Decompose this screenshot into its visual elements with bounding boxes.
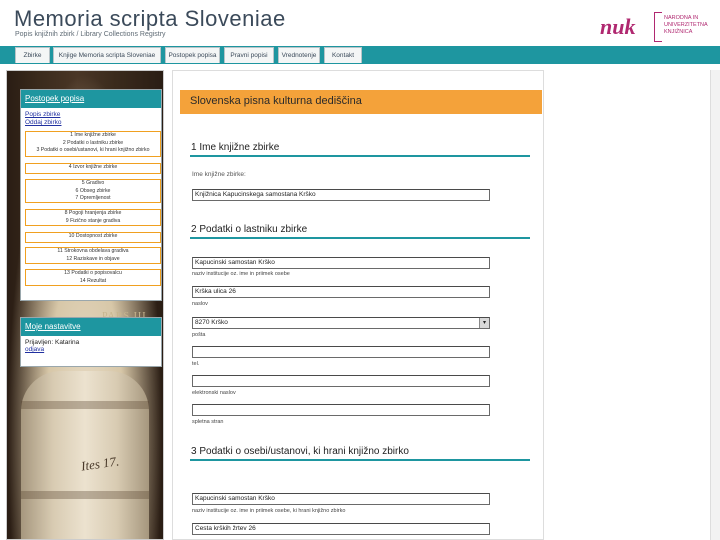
owner-post-select[interactable]: 8270 Krško ▾	[192, 317, 490, 329]
site-header: Memoria scripta Sloveniae Popis knjižnih…	[0, 0, 720, 46]
owner-address-hint: naslov	[192, 301, 208, 307]
settings-panel: Moje nastavitve Prijavljen: Katarina odj…	[20, 317, 162, 367]
owner-email-input[interactable]	[192, 375, 490, 387]
steps-group-3[interactable]: 5 Gradivo 6 Obseg zbirke 7 Opremljenost	[25, 179, 161, 203]
main-tab-bar: Zbirke Knjige Memoria scripta Sloveniae …	[0, 46, 720, 64]
owner-name-hint: naziv institucije oz. ime in priimek ose…	[192, 271, 290, 277]
tab-postopek-popisa[interactable]: Postopek popisa	[165, 47, 220, 63]
tab-pravni-popisi[interactable]: Pravni popisi	[224, 47, 274, 63]
nuk-logo[interactable]: nuk NARODNA IN UNIVERZITETNA KNJIŽNICA	[600, 12, 708, 46]
owner-post-value: 8270 Krško	[195, 319, 228, 326]
keeper-name-input[interactable]: Kapucinski samostan Krško	[192, 493, 490, 505]
site-title: Memoria scripta Sloveniae	[14, 6, 286, 31]
logo-bracket	[654, 12, 662, 42]
steps-group-4[interactable]: 8 Pogoji hranjenja zbirke 9 Fizično stan…	[25, 209, 161, 226]
section-1-divider	[190, 155, 530, 157]
tab-knjige[interactable]: Knjige Memoria scripta Sloveniae	[53, 47, 161, 63]
tab-vrednotenje[interactable]: Vrednotenje	[278, 47, 320, 63]
section-2-divider	[190, 237, 530, 239]
owner-address-input[interactable]: Krška ulica 26	[192, 286, 490, 298]
tab-zbirke[interactable]: Zbirke	[15, 47, 50, 63]
logged-in-user: Prijavljen: Katarina	[25, 339, 80, 346]
section-2-heading: 2 Podatki o lastniku zbirke	[191, 224, 308, 235]
section-3-divider	[190, 459, 530, 461]
logo-text: NARODNA IN UNIVERZITETNA KNJIŽNICA	[664, 15, 708, 35]
steps-group-1[interactable]: 1 Ime knjižne zbirke 2 Podatki o lastnik…	[25, 131, 161, 157]
steps-group-2[interactable]: 4 Izvor knjižne zbirke	[25, 163, 161, 174]
link-oddaj-zbirko[interactable]: Oddaj zbirko	[21, 119, 161, 127]
keeper-name-hint: naziv institucije oz. ime in priimek ose…	[192, 508, 346, 514]
spine-handwriting: Ites 17.	[80, 453, 121, 474]
form-banner: Slovenska pisna kulturna dediščina	[180, 90, 542, 114]
owner-web-input[interactable]	[192, 404, 490, 416]
steps-group-7[interactable]: 13 Podatki o popisovalcu 14 Rezultat	[25, 269, 161, 286]
owner-phone-input[interactable]	[192, 346, 490, 358]
page-scrollbar[interactable]	[710, 70, 720, 540]
steps-group-5[interactable]: 10 Dostopnost zbirke	[25, 232, 161, 243]
process-panel: Postopek popisa Popis zbirke Oddaj zbirk…	[20, 89, 162, 301]
owner-name-input[interactable]: Kapucinski samostan Krško	[192, 257, 490, 269]
chevron-down-icon[interactable]: ▾	[479, 318, 489, 328]
section-3-heading: 3 Podatki o osebi/ustanovi, ki hrani knj…	[191, 446, 409, 457]
steps-group-6[interactable]: 11 Strokovna obdelava gradiva 12 Raziska…	[25, 247, 161, 264]
collection-name-input[interactable]: Knjižnica Kapucinskega samostana Krško	[192, 189, 490, 201]
site-subtitle: Popis knjižnih zbirk / Library Collectio…	[15, 31, 166, 38]
owner-post-hint: pošta	[192, 332, 206, 338]
logout-link[interactable]: odjava	[21, 346, 161, 354]
tab-kontakt[interactable]: Kontakt	[324, 47, 362, 63]
page: Memoria scripta Sloveniae Popis knjižnih…	[0, 0, 720, 540]
book-spine-image: Ites 17.	[21, 371, 149, 539]
form-banner-title: Slovenska pisna kulturna dediščina	[190, 95, 362, 107]
process-panel-title[interactable]: Postopek popisa	[21, 90, 161, 108]
settings-panel-title[interactable]: Moje nastavitve	[21, 318, 161, 336]
owner-phone-hint: tel.	[192, 361, 200, 367]
collection-name-label: Ime knjižne zbirke:	[192, 171, 246, 178]
section-1-heading: 1 Ime knjižne zbirke	[191, 142, 280, 153]
registration-form: Slovenska pisna kulturna dediščina 1 Ime…	[172, 70, 544, 540]
link-popis-zbirke[interactable]: Popis zbirke	[21, 111, 161, 119]
logo-mark: nuk	[600, 14, 636, 39]
owner-web-hint: spletna stran	[192, 419, 224, 425]
owner-email-hint: elektronski naslov	[192, 390, 236, 396]
keeper-address-input[interactable]: Cesta krških žrtev 26	[192, 523, 490, 535]
